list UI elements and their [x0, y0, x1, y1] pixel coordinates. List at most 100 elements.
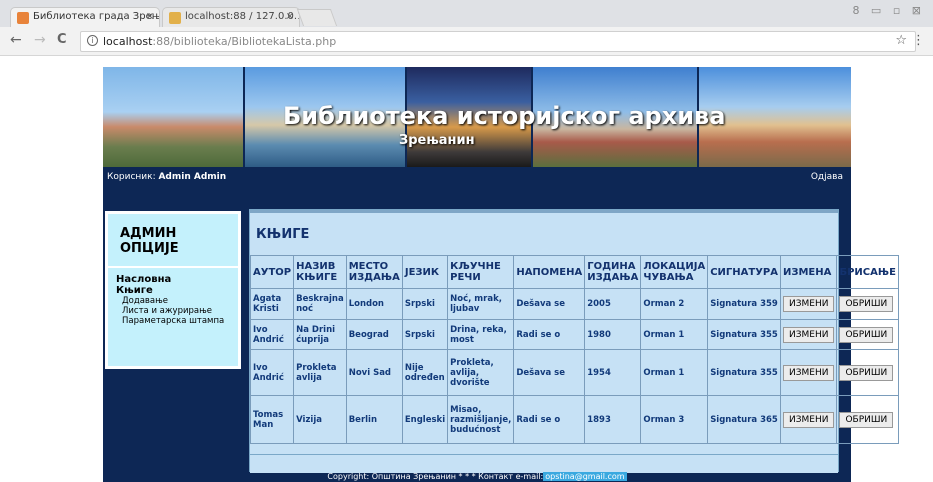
page-title: КЊИГЕ	[256, 227, 310, 242]
forward-icon[interactable]: →	[34, 32, 46, 48]
table-row: Ivo Andrić Prokleta avlija Novi Sad Nije…	[249, 349, 899, 396]
cell-language: Srpski	[401, 288, 449, 320]
tab-title: Библиотека града Зрењ...	[33, 11, 160, 22]
sidebar-item-home[interactable]: Насловна	[108, 274, 238, 285]
edit-button[interactable]: ИЗМЕНИ	[782, 326, 835, 343]
sidebar-item-list-update[interactable]: Листа и ажурирање	[108, 306, 238, 316]
new-tab-button[interactable]	[296, 9, 338, 26]
user-bar: Корисник: Admin Admin Одјава	[103, 169, 851, 185]
table-row: Agata Kristi Beskrajna noć London Srpski…	[249, 288, 899, 320]
column-header: НАПОМЕНА	[513, 255, 586, 289]
table-header-row: АУТОР НАЗИВ КЊИГЕ МЕСТО ИЗДАЊА ЈЕЗИК КЉУ…	[249, 255, 899, 289]
cell-title: Prokleta avlija	[293, 349, 347, 396]
table-row: Tomas Man Vizija Berlin Engleski Misao, …	[249, 395, 899, 444]
tab-localhost[interactable]: localhost:88 / 127.0.0.1 /... ×	[162, 7, 300, 27]
cell-signature: Signatura 355	[707, 349, 781, 396]
info-icon[interactable]: i	[87, 35, 98, 46]
site-container: Библиотека историјског архива Зрењанин К…	[103, 67, 899, 482]
column-header: ИЗМЕНА	[779, 255, 838, 289]
edit-button[interactable]: ИЗМЕНИ	[782, 364, 835, 381]
cell-language: Nije određen	[401, 349, 449, 396]
copyright-text: Copyright: Општина Зрењанин * * * Контак…	[327, 472, 544, 481]
url-host: localhost	[103, 35, 153, 48]
cell-place: Berlin	[345, 395, 403, 444]
cell-title: Na Drini ćuprija	[293, 319, 347, 350]
cell-note: Radi se o	[513, 395, 586, 444]
cell-location: Orman 3	[640, 395, 709, 444]
cell-author: Ivo Andrić	[249, 319, 295, 350]
cell-edit: ИЗМЕНИ	[779, 395, 838, 444]
bookmark-star-icon[interactable]: ☆	[895, 33, 907, 48]
sidebar-item-add[interactable]: Додавање	[108, 296, 238, 306]
delete-button[interactable]: ОБРИШИ	[839, 411, 894, 428]
cell-year: 2005	[584, 288, 642, 320]
cell-title: Beskrajna noć	[293, 288, 347, 320]
sidebar-item-books[interactable]: Књиге	[108, 285, 238, 296]
contact-email-link[interactable]: opstina@gmail.com	[543, 472, 627, 481]
menu-icon[interactable]: ⋮	[912, 33, 925, 48]
cell-author: Tomas Man	[249, 395, 295, 444]
url-path: :88/biblioteka/BibliotekaLista.php	[152, 35, 337, 48]
cell-language: Engleski	[401, 395, 449, 444]
cell-note: Dešava se	[513, 288, 586, 320]
cell-place: London	[345, 288, 403, 320]
column-header: КЉУЧНЕ РЕЧИ	[447, 255, 515, 289]
browser-chrome: Библиотека града Зрењ... × localhost:88 …	[0, 0, 933, 56]
logout-link[interactable]: Одјава	[811, 172, 843, 182]
cell-language: Srpski	[401, 319, 449, 350]
cell-location: Orman 2	[640, 288, 709, 320]
books-panel: КЊИГЕ АУТОР НАЗИВ КЊИГЕ МЕСТО ИЗДАЊА ЈЕЗ…	[249, 209, 899, 473]
cell-keywords: Misao, razmišljanje, budućnost	[447, 395, 515, 444]
cell-keywords: Noć, mrak, ljubav	[447, 288, 515, 320]
tab-strip: Библиотека града Зрењ... × localhost:88 …	[0, 0, 933, 27]
favicon-icon	[169, 12, 181, 24]
site-subtitle: Зрењанин	[399, 133, 475, 148]
edit-button[interactable]: ИЗМЕНИ	[782, 296, 835, 312]
cell-location: Orman 1	[640, 349, 709, 396]
tab-biblioteka[interactable]: Библиотека града Зрењ... ×	[10, 7, 160, 27]
cell-delete: ОБРИШИ	[836, 319, 899, 350]
site-title: Библиотека историјског архива	[283, 102, 726, 130]
cell-year: 1893	[584, 395, 642, 444]
close-tab-icon[interactable]: ×	[146, 11, 154, 22]
cell-note: Dešava se	[513, 349, 586, 396]
column-header: АУТОР	[249, 255, 295, 289]
cell-edit: ИЗМЕНИ	[779, 349, 838, 396]
cell-title: Vizija	[293, 395, 347, 444]
edit-button[interactable]: ИЗМЕНИ	[782, 411, 835, 428]
tab-title: localhost:88 / 127.0.0.1 /...	[185, 11, 300, 22]
copyright-footer: Copyright: Општина Зрењанин * * * Контак…	[103, 472, 851, 482]
city-photo-1	[103, 67, 243, 167]
delete-button[interactable]: ОБРИШИ	[839, 364, 894, 381]
panel-divider	[250, 210, 838, 213]
reload-icon[interactable]: C	[57, 32, 67, 47]
cell-edit: ИЗМЕНИ	[779, 319, 838, 350]
cell-year: 1954	[584, 349, 642, 396]
cell-place: Beograd	[345, 319, 403, 350]
delete-button[interactable]: ОБРИШИ	[839, 296, 894, 312]
cell-author: Agata Kristi	[249, 288, 295, 320]
column-header: ЛОКАЦИЈА ЧУВАЊА	[640, 255, 709, 289]
column-header: НАЗИВ КЊИГЕ	[293, 255, 347, 289]
browser-toolbar: ← → C i localhost:88/biblioteka/Bibliote…	[0, 27, 933, 56]
cell-location: Orman 1	[640, 319, 709, 350]
table-row: Ivo Andrić Na Drini ćuprija Beograd Srps…	[249, 319, 899, 350]
delete-button[interactable]: ОБРИШИ	[839, 326, 894, 343]
address-bar[interactable]: i localhost:88/biblioteka/BibliotekaList…	[80, 31, 916, 52]
column-header: БРИСАЊЕ	[836, 255, 899, 289]
books-table: АУТОР НАЗИВ КЊИГЕ МЕСТО ИЗДАЊА ЈЕЗИК КЉУ…	[249, 255, 899, 444]
cell-year: 1980	[584, 319, 642, 350]
cell-author: Ivo Andrić	[249, 349, 295, 396]
window-controls[interactable]: 8 ▭ ▫ ⊠	[852, 4, 925, 17]
column-header: СИГНАТУРА	[707, 255, 781, 289]
cell-delete: ОБРИШИ	[836, 349, 899, 396]
user-name: Admin Admin	[158, 172, 227, 182]
sidebar-heading: АДМИН ОПЦИЈЕ	[108, 214, 238, 268]
back-icon[interactable]: ←	[10, 32, 22, 48]
cell-signature: Signatura 359	[707, 288, 781, 320]
cell-keywords: Prokleta, avlija, dvorište	[447, 349, 515, 396]
sidebar-item-param-print[interactable]: Параметарска штампа	[108, 316, 238, 326]
user-info: Корисник: Admin Admin	[107, 172, 226, 182]
close-tab-icon[interactable]: ×	[286, 11, 294, 22]
cell-signature: Signatura 355	[707, 319, 781, 350]
